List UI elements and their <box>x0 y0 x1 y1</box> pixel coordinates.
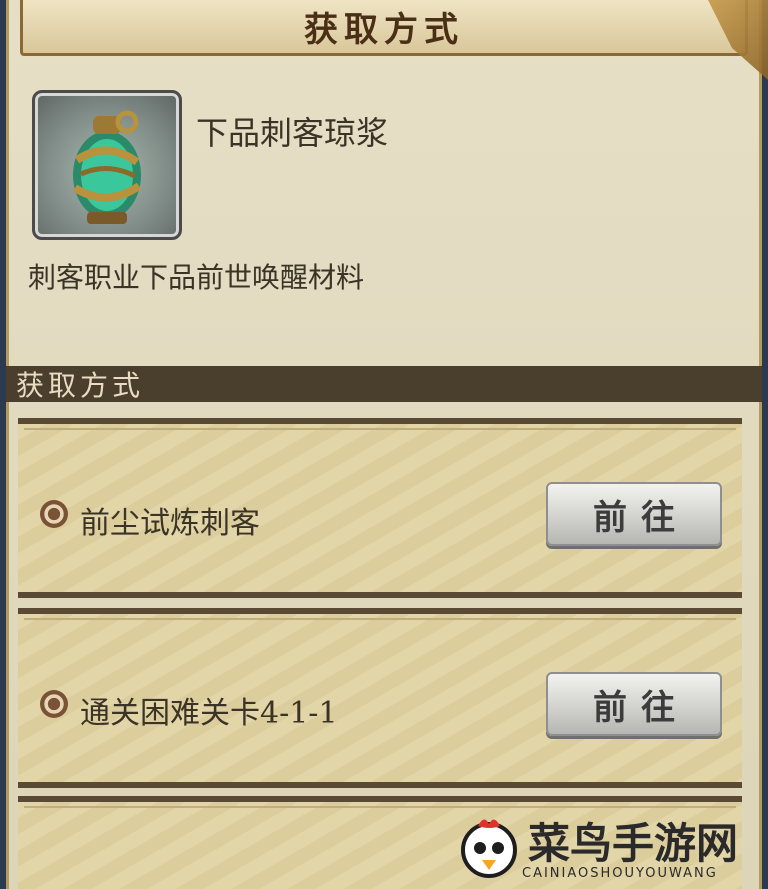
go-button[interactable]: 前往 <box>546 672 722 736</box>
source-label: 通关困难关卡4-1-1 <box>80 696 338 731</box>
bullet-icon <box>40 690 68 718</box>
section-title: 获取方式 <box>16 369 145 402</box>
go-button-label: 前往 <box>593 687 689 728</box>
dialog-title-bar: 获取方式 <box>20 0 748 56</box>
item-icon <box>32 90 182 240</box>
bullet-icon <box>40 500 68 528</box>
go-button-label: 前往 <box>593 497 689 538</box>
chicken-logo-icon <box>461 819 517 878</box>
section-header: 获取方式 <box>6 366 762 402</box>
watermark-title: 菜鸟手游网 <box>528 819 739 868</box>
watermark-subtitle: CAINIAOSHOUYOUWANG <box>522 866 718 881</box>
site-watermark: 菜鸟手游网 CAINIAOSHOUYOUWANG <box>456 810 766 886</box>
go-button[interactable]: 前往 <box>546 482 722 546</box>
dialog-title: 获取方式 <box>304 10 464 50</box>
lantern-jar-icon <box>72 110 142 224</box>
source-row: 前尘试炼刺客 前往 <box>18 418 742 598</box>
item-description: 刺客职业下品前世唤醒材料 <box>28 261 365 294</box>
item-name: 下品刺客琼浆 <box>196 114 389 152</box>
source-label: 前尘试炼刺客 <box>80 506 260 541</box>
source-row: 通关困难关卡4-1-1 前往 <box>18 608 742 788</box>
